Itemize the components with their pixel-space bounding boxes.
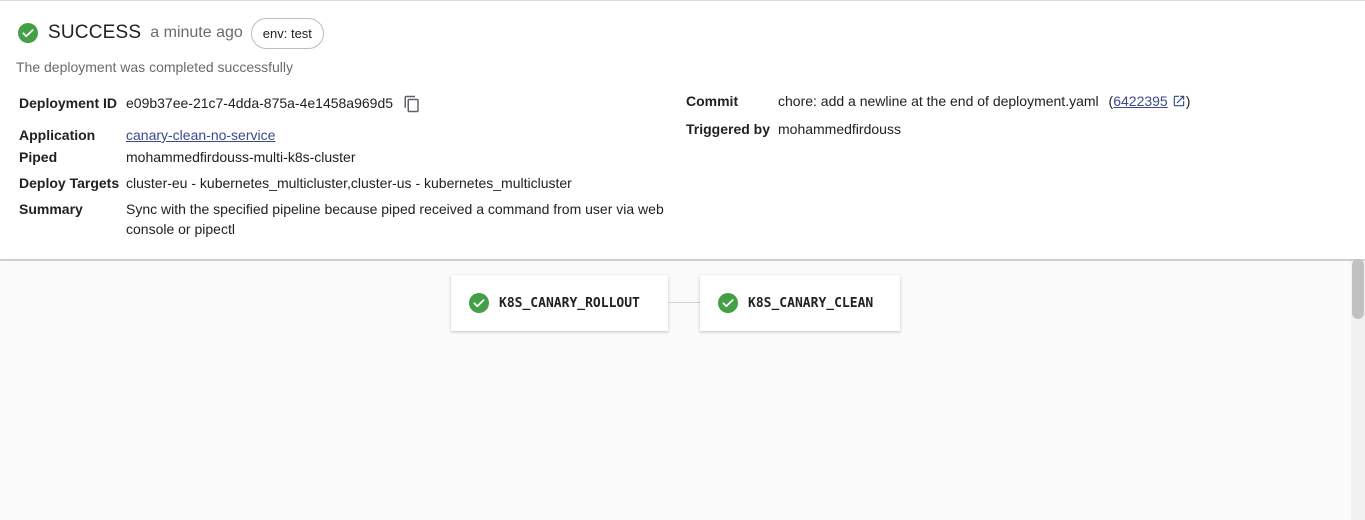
deployment-info-right: Commit chore: add a newline at the end o… bbox=[686, 91, 1326, 145]
application-link[interactable]: canary-clean-no-service bbox=[126, 127, 275, 143]
summary-line-1: Sync with the specified pipeline because… bbox=[126, 201, 664, 217]
scrollbar-thumb[interactable] bbox=[1352, 259, 1364, 319]
deployment-id-label: Deployment ID bbox=[19, 95, 118, 111]
piped-label: Piped bbox=[19, 149, 58, 165]
deployment-detail-page: SUCCESS a minute ago env: test The deplo… bbox=[0, 0, 1365, 520]
piped-value: mohammedfirdouss-multi-k8s-cluster bbox=[126, 149, 356, 165]
triggered-by-row: Triggered by mohammedfirdouss bbox=[686, 119, 1326, 145]
deployment-id-value: e09b37ee-21c7-4dda-875a-4e1458a969d5 bbox=[126, 95, 394, 111]
commit-message: chore: add a newline at the end of deplo… bbox=[778, 93, 1099, 109]
check-circle-icon bbox=[469, 293, 489, 313]
deployment-detail-panel: SUCCESS a minute ago env: test The deplo… bbox=[0, 0, 1365, 260]
pipeline-stage[interactable]: K8S_CANARY_CLEAN bbox=[700, 275, 900, 331]
pipeline-view: K8S_CANARY_ROLLOUT K8S_CANARY_CLEAN bbox=[0, 261, 1365, 520]
pipeline-stage-name: K8S_CANARY_CLEAN bbox=[748, 295, 874, 311]
application-value-wrap: canary-clean-no-service bbox=[126, 125, 684, 147]
summary-label: Summary bbox=[19, 201, 83, 217]
copy-icon[interactable] bbox=[403, 95, 421, 113]
status-row: SUCCESS a minute ago env: test bbox=[18, 17, 324, 49]
summary-line-2: console or pipectl bbox=[126, 221, 235, 237]
summary-row: Summary Sync with the specified pipeline… bbox=[19, 199, 684, 245]
commit-row: Commit chore: add a newline at the end o… bbox=[686, 91, 1326, 119]
deployment-info-left: Deployment ID e09b37ee-21c7-4dda-875a-4e… bbox=[19, 91, 684, 245]
env-chip: env: test bbox=[250, 17, 324, 49]
deploy-targets-value: cluster-eu - kubernetes_multicluster,clu… bbox=[126, 175, 572, 191]
commit-close-paren: ) bbox=[1185, 93, 1191, 109]
triggered-by-label: Triggered by bbox=[686, 121, 771, 137]
check-circle-icon bbox=[718, 293, 738, 313]
open-in-new-icon[interactable] bbox=[1172, 93, 1186, 107]
pipeline-stage[interactable]: K8S_CANARY_ROLLOUT bbox=[451, 275, 668, 331]
deployment-time-ago: a minute ago bbox=[150, 24, 243, 41]
pipeline-stage-name: K8S_CANARY_ROLLOUT bbox=[499, 295, 640, 311]
check-circle-icon bbox=[18, 23, 38, 43]
commit-value-wrap: chore: add a newline at the end of deplo… bbox=[778, 91, 1326, 119]
commit-label: Commit bbox=[686, 93, 739, 109]
deploy-targets-label: Deploy Targets bbox=[19, 175, 120, 191]
deployment-id-value-wrap: e09b37ee-21c7-4dda-875a-4e1458a969d5 bbox=[126, 93, 684, 121]
application-label: Application bbox=[19, 127, 96, 143]
application-row: Application canary-clean-no-service bbox=[19, 121, 684, 147]
deployment-description: The deployment was completed successfull… bbox=[16, 59, 294, 75]
triggered-by-value: mohammedfirdouss bbox=[778, 121, 901, 137]
deploy-targets-row: Deploy Targets cluster-eu - kubernetes_m… bbox=[19, 173, 684, 199]
deployment-status: SUCCESS bbox=[48, 22, 142, 43]
stage-connector bbox=[668, 302, 700, 303]
deployment-id-row: Deployment ID e09b37ee-21c7-4dda-875a-4e… bbox=[19, 91, 684, 121]
piped-row: Piped mohammedfirdouss-multi-k8s-cluster bbox=[19, 147, 684, 173]
commit-hash-link[interactable]: 6422395 bbox=[1113, 93, 1168, 109]
summary-value: Sync with the specified pipeline because… bbox=[126, 199, 684, 245]
